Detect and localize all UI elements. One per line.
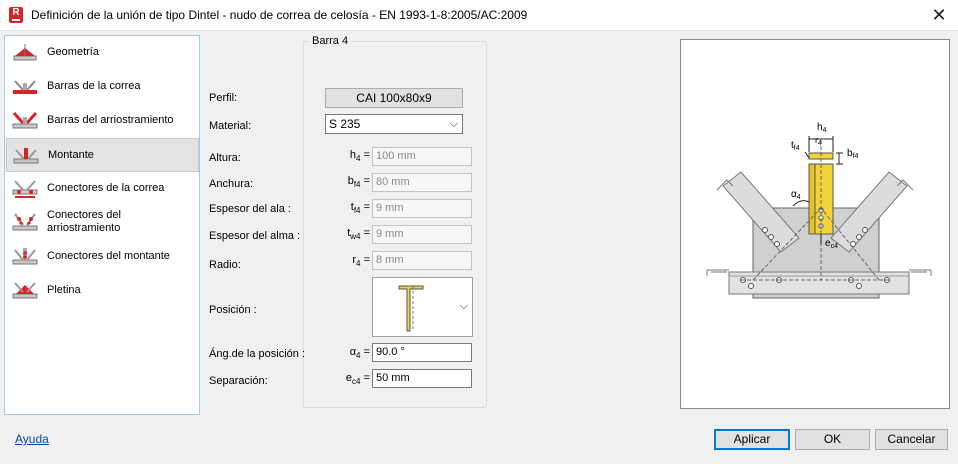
position-label: Posición : (209, 304, 257, 316)
nav-label: Conectores de la correa (47, 182, 165, 194)
web-thickness-symbol: tw4 = (347, 227, 370, 242)
r4-label: r4 (815, 135, 822, 147)
connection-drawing: h4 r4 tf4 bf4 α4 ec4 (706, 122, 932, 299)
nav-item-montante[interactable]: Montante (6, 138, 199, 172)
width-field[interactable]: 80 mm (372, 173, 472, 192)
ok-button[interactable]: OK (795, 429, 870, 450)
alpha4-label: α4 (791, 189, 801, 201)
nav-label: Montante (48, 149, 94, 161)
position-angle-label: Áng.de la posición : (209, 348, 306, 360)
nav-label: Geometría (47, 46, 99, 58)
section-list: Geometría Barras de la correa Barras del… (4, 35, 200, 415)
separation-label: Separación: (209, 375, 268, 387)
nav-label: Pletina (47, 284, 81, 296)
flange-thickness-field[interactable]: 9 mm (372, 199, 472, 218)
group-title: Barra 4 (309, 35, 352, 47)
close-button[interactable]: ✕ (928, 4, 950, 26)
material-value: S 235 (329, 117, 361, 131)
nav-item-barras-arriostramiento[interactable]: Barras del arriostramiento (6, 104, 199, 138)
purlin-bars-icon (13, 80, 37, 94)
web-thickness-field[interactable]: 9 mm (372, 225, 472, 244)
bracing-bars-icon (12, 111, 38, 129)
separation-symbol: ec4 = (345, 372, 370, 387)
bracing-connectors-icon (12, 213, 38, 231)
cancel-button[interactable]: Cancelar (875, 429, 948, 450)
bf4-label: bf4 (847, 148, 859, 160)
apply-button[interactable]: Aplicar (714, 429, 790, 450)
nav-item-pletina[interactable]: Pletina (6, 274, 199, 308)
nav-label: Barras de la correa (47, 80, 141, 92)
position-angle-symbol: α4 = (349, 346, 370, 361)
material-label: Material: (209, 120, 252, 132)
post-connectors-icon (12, 248, 38, 265)
window-title: Definición de la unión de tipo Dintel - … (31, 8, 528, 22)
width-label: Anchura: (209, 178, 254, 190)
profile-button[interactable]: CAI 100x80x9 (325, 88, 463, 108)
h4-label: h4 (817, 122, 827, 134)
radius-symbol: r4 = (352, 254, 370, 269)
width-symbol: bf4 = (347, 175, 370, 190)
nav-item-barras-correa[interactable]: Barras de la correa (6, 70, 199, 104)
nav-label: Barras del arriostramiento (47, 114, 174, 126)
nav-item-conectores-montante[interactable]: Conectores del montante (6, 240, 199, 274)
chevron-down-icon: ⌵ (459, 300, 468, 312)
plate-icon (12, 282, 38, 299)
purlin-connectors-icon (12, 180, 38, 198)
height-label: Altura: (209, 152, 241, 164)
nav-item-conectores-correa[interactable]: Conectores de la correa (6, 172, 199, 206)
web-thickness-label: Espesor del alma : (209, 230, 301, 242)
profile-label: Perfil: (209, 92, 238, 104)
help-link[interactable]: Ayuda (15, 432, 49, 446)
separation-field[interactable]: 50 mm (372, 369, 472, 388)
app-logo-icon: R (9, 7, 23, 23)
tf4-label: tf4 (791, 140, 800, 152)
post-icon (13, 148, 39, 164)
height-symbol: h4 = (349, 149, 370, 164)
position-angle-field[interactable]: 90.0 ° (372, 343, 472, 362)
angle-profile-position-icon (398, 285, 424, 332)
radius-label: Radio: (209, 259, 241, 271)
radius-field[interactable]: 8 mm (372, 251, 472, 270)
nav-item-geometria[interactable]: Geometría (6, 36, 199, 70)
height-field[interactable]: 100 mm (372, 147, 472, 166)
material-select[interactable]: S 235 ⌵ (325, 114, 463, 134)
nav-label: Conectores del montante (47, 250, 170, 262)
connection-preview: h4 r4 tf4 bf4 α4 ec4 (680, 39, 950, 409)
flange-thickness-symbol: tf4 = (350, 201, 370, 216)
geometry-icon (13, 44, 37, 61)
flange-thickness-label: Espesor del ala : (209, 203, 291, 215)
position-select[interactable]: ⌵ (372, 277, 473, 337)
title-bar: R Definición de la unión de tipo Dintel … (0, 0, 958, 31)
chevron-down-icon: ⌵ (449, 118, 458, 130)
nav-item-conectores-arriostramiento[interactable]: Conectores del arriostramiento (6, 206, 199, 240)
nav-label: Conectores del arriostramiento (47, 209, 121, 234)
